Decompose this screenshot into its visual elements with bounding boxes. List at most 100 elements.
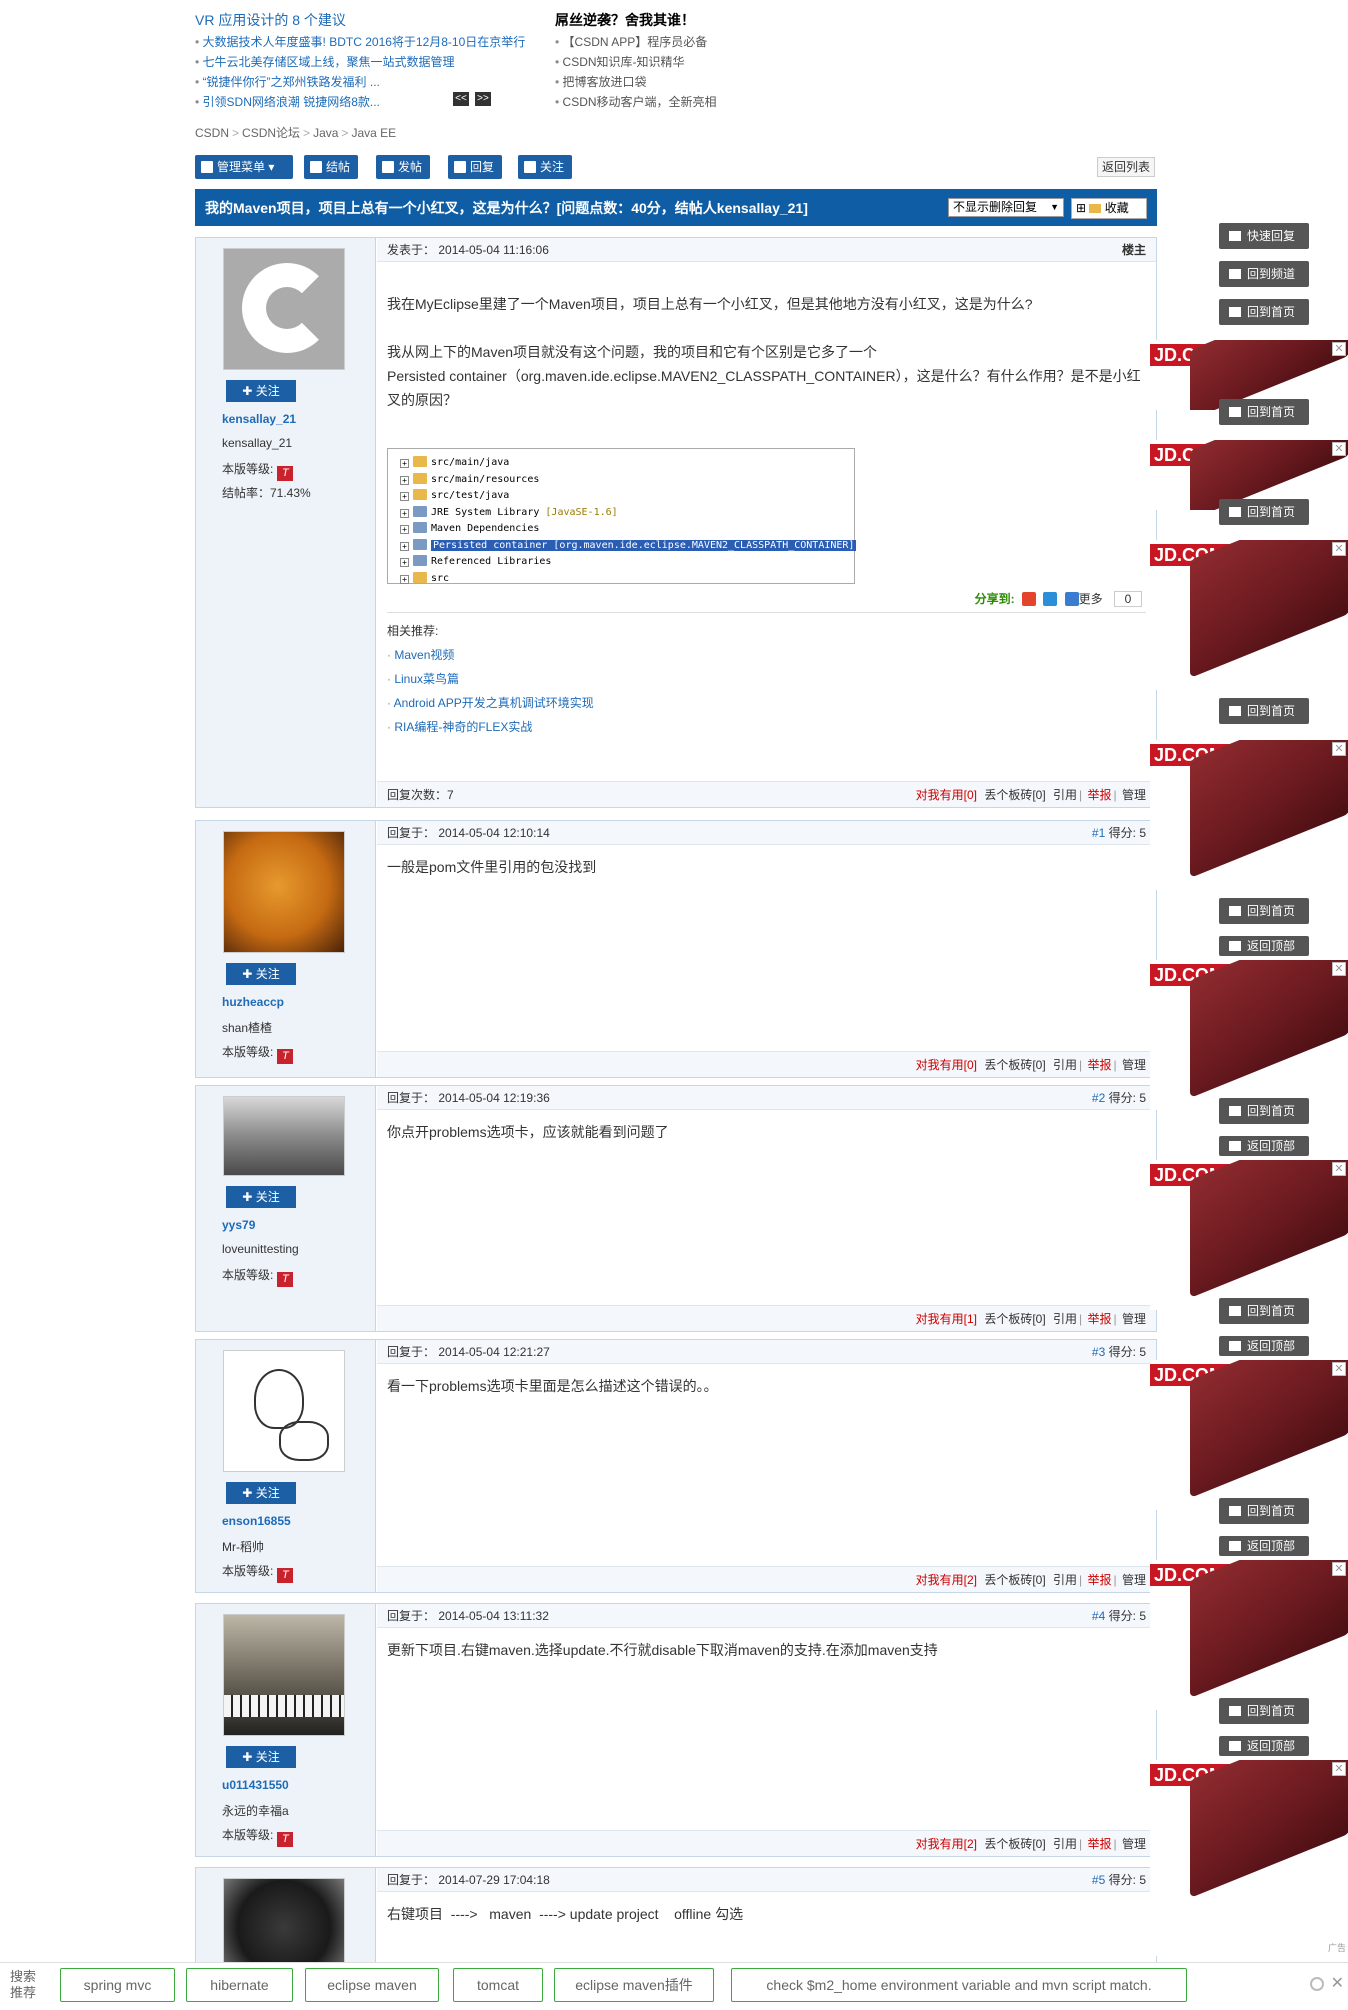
close-icon[interactable]: ✕ [1331,1973,1344,1993]
report-button[interactable]: 举报 [1088,1312,1112,1326]
username-link[interactable]: enson16855 [222,1514,291,1528]
useful-button[interactable]: 对我有用[2] [916,1573,977,1587]
follow-topic-button[interactable]: 关注 [518,155,573,179]
promo-headline-link[interactable]: VR 应用设计的 8 个建议 [195,8,535,32]
back-home-button[interactable]: 回到首页 [1219,499,1309,525]
close-icon[interactable]: ✕ [1332,542,1346,556]
avatar[interactable] [223,1878,345,1968]
promo-link[interactable]: 【CSDN APP】程序员必备 [555,32,815,52]
useful-button[interactable]: 对我有用[1] [916,1312,977,1326]
breadcrumb-item[interactable]: Java EE [351,126,396,140]
close-icon[interactable]: ✕ [1332,442,1346,456]
search-tag[interactable]: spring mvc [60,1968,175,2002]
brick-button[interactable]: 丢个板砖[0] [984,1312,1045,1326]
related-link[interactable]: Linux菜鸟篇 [387,670,459,687]
weibo-icon[interactable] [1021,592,1036,606]
reply-filter-select[interactable]: 不显示删除回复 ▼ [948,198,1064,217]
follow-user-button[interactable]: ✚ 关注 [226,380,296,402]
follow-user-button[interactable]: ✚ 关注 [226,1186,296,1208]
manage-button[interactable]: 管理 [1122,1837,1146,1851]
close-icon[interactable]: ✕ [1332,1362,1346,1376]
brick-button[interactable]: 丢个板砖[0] [984,1837,1045,1851]
manage-menu-button[interactable]: 管理菜单 ▾ [195,155,293,179]
promo-link[interactable]: 七牛云北美存储区域上线，聚焦一站式数据管理 [195,52,535,72]
back-to-top-button[interactable]: 返回顶部 [1219,1536,1309,1556]
back-home-button[interactable]: 回到首页 [1219,898,1309,924]
new-post-button[interactable]: 发帖 [376,155,431,179]
report-button[interactable]: 举报 [1088,788,1112,802]
back-home-button[interactable]: 回到首页 [1219,698,1309,724]
close-icon[interactable]: ✕ [1332,1762,1346,1776]
share-more-link[interactable]: 更多 [1079,592,1103,606]
favorite-button[interactable]: ⊞ 收藏 [1071,198,1147,219]
useful-button[interactable]: 对我有用[0] [916,1058,977,1072]
back-home-button[interactable]: 回到首页 [1219,299,1309,325]
back-home-button[interactable]: 回到首页 [1219,1498,1309,1524]
back-to-top-button[interactable]: 返回顶部 [1219,936,1309,956]
follow-user-button[interactable]: ✚ 关注 [226,963,296,985]
promo-link[interactable]: 把博客放进口袋 [555,72,815,92]
quote-button[interactable]: 引用 [1053,788,1077,802]
close-topic-button[interactable]: 结帖 [304,155,359,179]
manage-button[interactable]: 管理 [1122,1312,1146,1326]
promo-link[interactable]: CSDN移动客户端，全新亮相 [555,92,815,112]
avatar[interactable] [223,1350,345,1472]
breadcrumb-item[interactable]: Java [313,126,338,140]
back-to-list-button[interactable]: 返回列表 [1096,157,1155,177]
ad-banner[interactable]: JD.COM 京东✕ [1150,1560,1348,1710]
search-tag[interactable]: eclipse maven [305,1968,439,2002]
follow-user-button[interactable]: ✚ 关注 [226,1482,296,1504]
breadcrumb-item[interactable]: CSDN [195,126,229,140]
back-home-button[interactable]: 回到首页 [1219,399,1309,425]
related-link[interactable]: RIA编程-神奇的FLEX实战 [387,718,532,735]
related-link[interactable]: Android APP开发之真机调试环境实现 [387,694,594,711]
avatar[interactable] [223,1614,345,1736]
manage-button[interactable]: 管理 [1122,788,1146,802]
breadcrumb-item[interactable]: CSDN论坛 [242,126,300,140]
gear-icon[interactable] [1310,1977,1324,1991]
qzone-icon[interactable] [1043,592,1058,606]
back-to-channel-button[interactable]: 回到频道 [1219,261,1309,287]
ad-banner[interactable]: JD.COM 京东✕ [1150,540,1348,690]
close-icon[interactable]: ✕ [1332,742,1346,756]
promo-prev-button[interactable]: << [453,92,469,106]
ad-banner[interactable]: JD.COM 京东✕ [1150,960,1348,1110]
manage-button[interactable]: 管理 [1122,1058,1146,1072]
promo-link[interactable]: CSDN知识库-知识精华 [555,52,815,72]
back-home-button[interactable]: 回到首页 [1219,1098,1309,1124]
avatar[interactable] [223,248,345,370]
back-to-top-button[interactable]: 返回顶部 [1219,1136,1309,1156]
report-button[interactable]: 举报 [1088,1837,1112,1851]
username-link[interactable]: kensallay_21 [222,412,296,426]
promo-next-button[interactable]: >> [475,92,491,106]
quote-button[interactable]: 引用 [1053,1058,1077,1072]
search-tag[interactable]: eclipse maven插件 [554,1968,714,2002]
report-button[interactable]: 举报 [1088,1058,1112,1072]
brick-button[interactable]: 丢个板砖[0] [984,1573,1045,1587]
ad-banner[interactable]: JD.COM 京东✕广告 [1150,1760,1348,1956]
ad-banner[interactable]: JD.COM 京东✕ [1150,740,1348,890]
close-icon[interactable]: ✕ [1332,1162,1346,1176]
useful-button[interactable]: 对我有用[2] [916,1837,977,1851]
brick-button[interactable]: 丢个板砖[0] [984,1058,1045,1072]
back-home-button[interactable]: 回到首页 [1219,1298,1309,1324]
search-tag[interactable]: check $m2_home environment variable and … [731,1968,1187,2002]
related-link[interactable]: Maven视频 [387,646,454,663]
ad-banner[interactable]: JD.COM 京东✕ [1150,1360,1348,1510]
follow-user-button[interactable]: ✚ 关注 [226,1746,296,1768]
quick-reply-button[interactable]: 快速回复 [1219,223,1309,249]
promo-link[interactable]: 引领SDN网络浪潮 锐捷网络8款... [195,92,455,112]
useful-button[interactable]: 对我有用[0] [916,788,977,802]
brick-button[interactable]: 丢个板砖[0] [984,788,1045,802]
username-link[interactable]: yys79 [222,1218,255,1232]
close-icon[interactable]: ✕ [1332,1562,1346,1576]
plus-icon[interactable] [1064,592,1079,606]
quote-button[interactable]: 引用 [1053,1573,1077,1587]
close-icon[interactable]: ✕ [1332,342,1346,356]
back-to-top-button[interactable]: 返回顶部 [1219,1336,1309,1356]
username-link[interactable]: u011431550 [222,1778,289,1792]
ad-banner[interactable]: JD.COM 京东✕ [1150,1160,1348,1310]
close-icon[interactable]: ✕ [1332,962,1346,976]
quote-button[interactable]: 引用 [1053,1312,1077,1326]
username-link[interactable]: huzheaccp [222,995,284,1009]
